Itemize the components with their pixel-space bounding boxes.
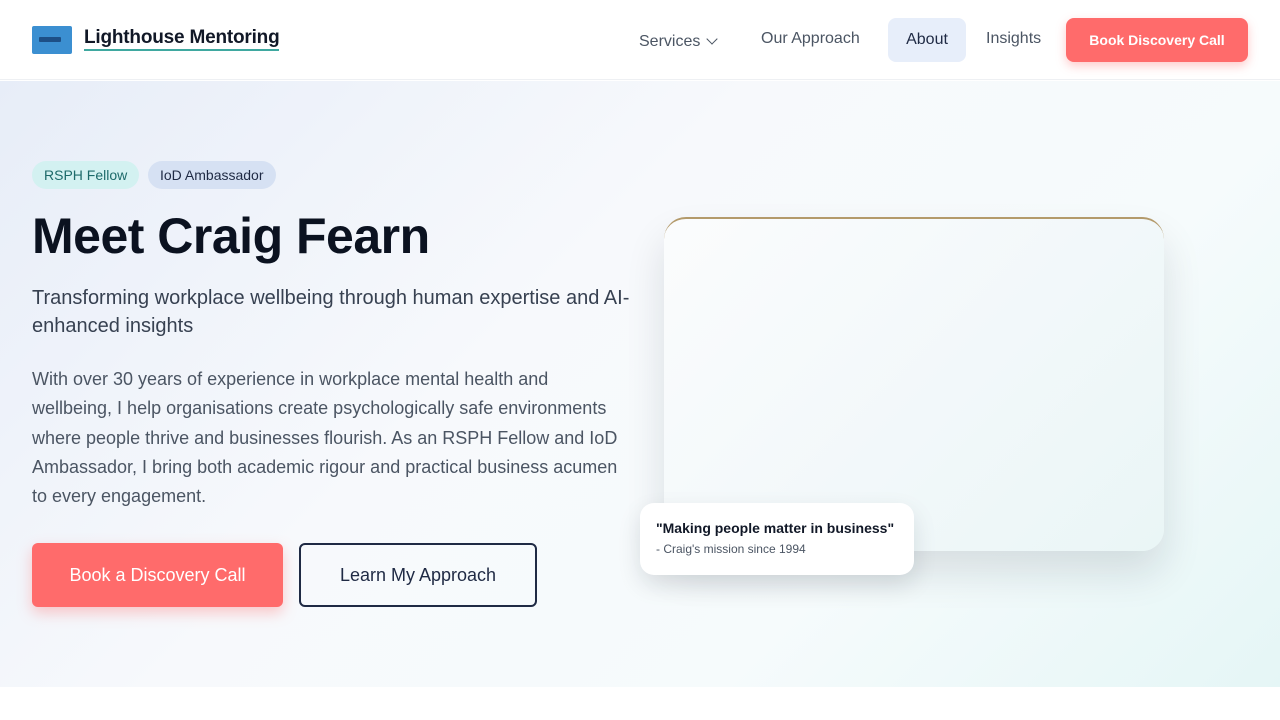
lighthouse-logo-icon[interactable] <box>32 26 72 54</box>
badge-iod-ambassador: IoD Ambassador <box>148 161 276 189</box>
nav-services[interactable]: Services <box>622 20 733 64</box>
nav-about[interactable]: About <box>888 18 966 62</box>
page-title: Meet Craig Fearn <box>32 208 430 264</box>
logo-mark <box>39 37 61 42</box>
quote-card: "Making people matter in business" - Cra… <box>640 503 914 575</box>
quote-text: "Making people matter in business" <box>656 520 895 536</box>
learn-my-approach-button[interactable]: Learn My Approach <box>299 543 537 607</box>
quote-attribution: - Craig's mission since 1994 <box>656 542 806 556</box>
site-header: Lighthouse Mentoring Services Our Approa… <box>0 0 1280 80</box>
profile-image-placeholder <box>664 217 1164 551</box>
hero-description: With over 30 years of experience in work… <box>32 369 618 507</box>
nav-services-label: Services <box>639 33 701 50</box>
book-a-discovery-call-button[interactable]: Book a Discovery Call <box>32 543 283 607</box>
book-discovery-call-button[interactable]: Book Discovery Call <box>1066 18 1248 62</box>
hero-subtitle: Transforming workplace wellbeing through… <box>32 287 630 337</box>
chevron-down-icon <box>706 33 719 45</box>
badge-rsph-fellow: RSPH Fellow <box>32 161 140 189</box>
brand-name[interactable]: Lighthouse Mentoring <box>84 28 280 51</box>
nav-insights[interactable]: Insights <box>969 17 1058 61</box>
nav-our-approach[interactable]: Our Approach <box>744 17 877 61</box>
hero-section: RSPH Fellow IoD Ambassador Meet Craig Fe… <box>0 81 1280 687</box>
